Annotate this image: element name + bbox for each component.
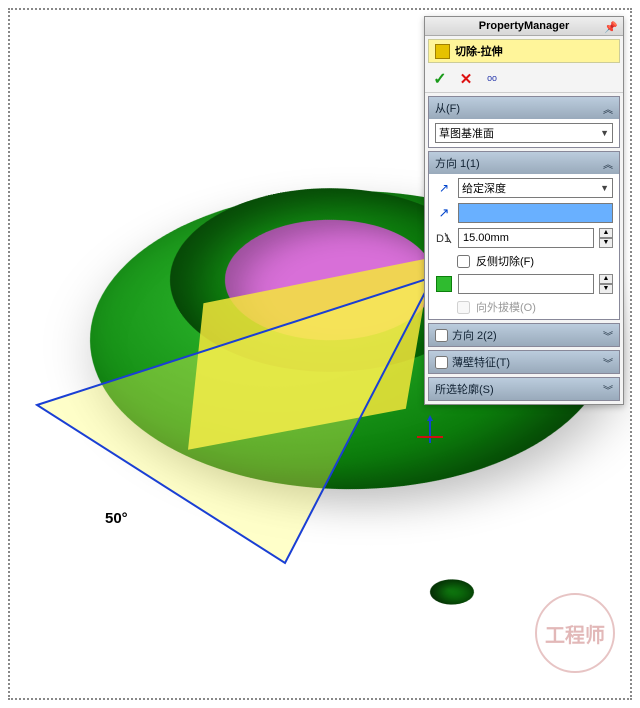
feature-name: 切除-拉伸 bbox=[455, 43, 503, 59]
pm-title-bar: PropertyManager 📌 bbox=[425, 17, 623, 36]
reverse-direction-icon[interactable]: ↗ bbox=[435, 179, 453, 197]
group-from-label: 从(F) bbox=[435, 100, 460, 116]
part-hole bbox=[424, 576, 480, 608]
draft-spinner[interactable]: ▲▼ bbox=[599, 274, 613, 294]
angle-dimension[interactable]: 50° bbox=[105, 510, 128, 527]
chevron-up-icon: ︽ bbox=[603, 156, 613, 171]
flip-side-checkbox[interactable]: 反侧切除(F) bbox=[435, 253, 613, 269]
group-contours-label: 所选轮廓(S) bbox=[435, 381, 494, 397]
action-bar: ✓ ✕ ᵒᵒ bbox=[425, 66, 623, 93]
group-direction1-label: 方向 1(1) bbox=[435, 155, 480, 171]
group-direction2-label: 方向 2(2) bbox=[452, 327, 603, 343]
direction-arrow-icon[interactable]: ↗ bbox=[435, 204, 453, 222]
thin-enable-checkbox[interactable] bbox=[435, 356, 448, 369]
from-plane-select[interactable]: 草图基准面 ▼ bbox=[435, 123, 613, 143]
svg-text:D1: D1 bbox=[436, 233, 450, 245]
chevron-down-icon: ︾ bbox=[603, 355, 613, 370]
group-thin-header[interactable]: 薄壁特征(T) ︾ bbox=[429, 351, 619, 373]
group-from-header[interactable]: 从(F) ︽ bbox=[429, 97, 619, 119]
cut-extrude-icon bbox=[435, 44, 450, 59]
depth-icon: D1 bbox=[435, 229, 453, 247]
group-direction1: 方向 1(1) ︽ ↗ 给定深度 ▼ ↗ bbox=[428, 151, 620, 320]
property-manager-panel: PropertyManager 📌 切除-拉伸 ✓ ✕ ᵒᵒ 从(F) ︽ 草图… bbox=[424, 16, 624, 405]
chevron-down-icon: ︾ bbox=[603, 382, 613, 397]
group-selected-contours: 所选轮廓(S) ︾ bbox=[428, 377, 620, 401]
pin-icon[interactable]: 📌 bbox=[603, 19, 619, 35]
group-contours-header[interactable]: 所选轮廓(S) ︾ bbox=[429, 378, 619, 400]
chevron-down-icon: ▼ bbox=[600, 128, 609, 138]
depth-spinner[interactable]: ▲▼ bbox=[599, 228, 613, 248]
direction-vector-input[interactable] bbox=[458, 203, 613, 223]
flip-side-input[interactable] bbox=[457, 255, 470, 268]
draft-outward-label: 向外拔模(O) bbox=[476, 299, 536, 315]
group-thin-feature: 薄壁特征(T) ︾ bbox=[428, 350, 620, 374]
draft-outward-input bbox=[457, 301, 470, 314]
depth-input[interactable]: 15.00mm bbox=[458, 228, 594, 248]
flip-side-label: 反侧切除(F) bbox=[476, 253, 534, 269]
cancel-button[interactable]: ✕ bbox=[457, 70, 475, 88]
end-condition-select[interactable]: 给定深度 ▼ bbox=[458, 178, 613, 198]
group-thin-label: 薄壁特征(T) bbox=[452, 354, 603, 370]
group-direction2: 方向 2(2) ︾ bbox=[428, 323, 620, 347]
chevron-down-icon: ︾ bbox=[603, 328, 613, 343]
ok-button[interactable]: ✓ bbox=[431, 70, 449, 88]
pm-title: PropertyManager bbox=[479, 20, 569, 32]
end-condition-value: 给定深度 bbox=[462, 180, 506, 196]
depth-value: 15.00mm bbox=[463, 232, 509, 244]
direction2-enable-checkbox[interactable] bbox=[435, 329, 448, 342]
draft-icon[interactable] bbox=[435, 275, 453, 293]
feature-name-row: 切除-拉伸 bbox=[428, 39, 620, 63]
group-direction2-header[interactable]: 方向 2(2) ︾ bbox=[429, 324, 619, 346]
triad-icon[interactable] bbox=[415, 415, 445, 448]
chevron-up-icon: ︽ bbox=[603, 101, 613, 116]
group-from: 从(F) ︽ 草图基准面 ▼ bbox=[428, 96, 620, 148]
draft-angle-input[interactable] bbox=[458, 274, 594, 294]
group-direction1-header[interactable]: 方向 1(1) ︽ bbox=[429, 152, 619, 174]
draft-outward-checkbox: 向外拔模(O) bbox=[435, 299, 613, 315]
from-plane-value: 草图基准面 bbox=[439, 125, 494, 141]
chevron-down-icon: ▼ bbox=[600, 183, 609, 193]
detailed-preview-button[interactable]: ᵒᵒ bbox=[483, 70, 501, 88]
